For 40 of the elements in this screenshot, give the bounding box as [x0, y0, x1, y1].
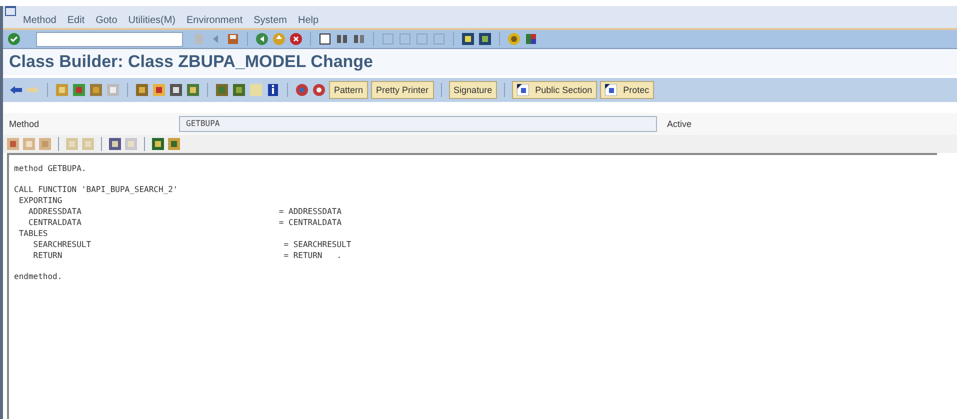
- toolbar-button[interactable]: Protec: [600, 81, 654, 99]
- toolbar-button[interactable]: Pattern: [329, 81, 368, 99]
- section-icon: [605, 84, 618, 96]
- clipboard-icon[interactable]: [192, 32, 206, 46]
- check-icon[interactable]: [7, 32, 21, 46]
- info-icon[interactable]: [266, 83, 280, 97]
- code-line: RETURN = RETURN .: [32, 250, 343, 261]
- left-arrow-icon[interactable]: [9, 83, 23, 97]
- menu-item[interactable]: System: [254, 15, 287, 26]
- cancel-icon[interactable]: [289, 32, 303, 46]
- menu-item[interactable]: Help: [298, 15, 319, 26]
- window-icon[interactable]: [5, 6, 16, 16]
- code-line: EXPORTING: [18, 195, 64, 206]
- command-field[interactable]: [36, 32, 183, 46]
- code-line: ADDRESSDATA = ADDRESSDATA: [27, 206, 343, 217]
- screen-title: Class Builder: Class ZBUPA_MODEL Change: [9, 52, 374, 72]
- window-icon[interactable]: [461, 32, 475, 46]
- toolbar-button[interactable]: Pretty Printer: [371, 81, 434, 99]
- section-icon: [517, 84, 530, 96]
- code-line: CENTRALDATA = CENTRALDATA: [27, 217, 343, 228]
- field-label: Method: [8, 119, 40, 129]
- code-editor[interactable]: method GETBUPA. CALL FUNCTION 'BAPI_BUPA_SEARCH_2' EXPORTING ADDRESSDATA = ADDRESSDATA CENTRALDATA = CENTRALDATA TABLES SEARCHRESULT = SEARCHRESULT RETURN = RETURN . endmethod.: [7, 153, 937, 419]
- menu-item[interactable]: Edit: [67, 15, 85, 26]
- save-icon[interactable]: [226, 32, 240, 46]
- code-line: endmethod.: [14, 271, 64, 282]
- toolbar-button[interactable]: Public Section: [512, 81, 598, 99]
- toolbar-button[interactable]: Signature: [448, 81, 498, 99]
- menu-item[interactable]: Method: [23, 15, 56, 26]
- menu-item[interactable]: Environment: [186, 15, 243, 26]
- code-line: SEARCHRESULT = SEARCHRESULT: [32, 239, 352, 250]
- code-line: method GETBUPA.: [14, 163, 88, 174]
- layout-icon[interactable]: [524, 32, 538, 46]
- window-icon[interactable]: [478, 32, 492, 46]
- back-icon[interactable]: [255, 32, 269, 46]
- code-line: TABLES: [18, 228, 49, 239]
- status-text: Active: [667, 119, 692, 129]
- menu-item[interactable]: Utilities(M): [128, 15, 176, 26]
- code-line: CALL FUNCTION 'BAPI_BUPA_SEARCH_2': [14, 184, 179, 195]
- menu-item[interactable]: Goto: [96, 15, 118, 26]
- method-field[interactable]: GETBUPA: [179, 116, 657, 132]
